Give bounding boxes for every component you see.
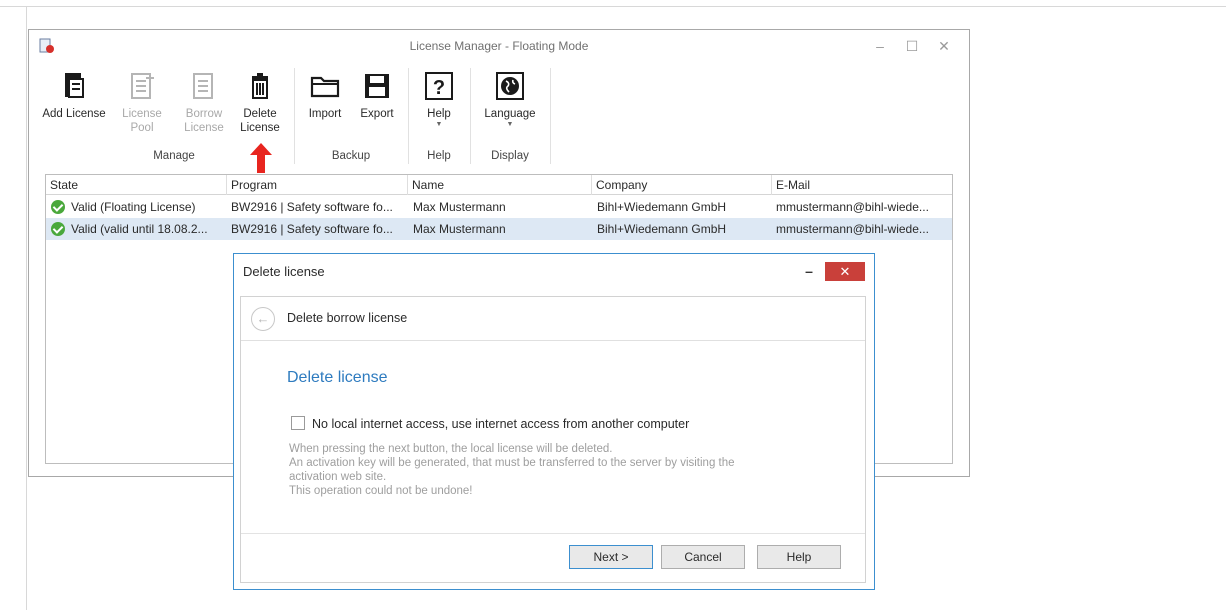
ribbon-separator: [550, 68, 551, 164]
table-row[interactable]: Valid (Floating License) BW2916 | Safety…: [46, 196, 952, 218]
cell-company: Bihl+Wiedemann GmbH: [597, 222, 727, 236]
borrow-license-button[interactable]: Borrow License: [179, 70, 229, 135]
globe-icon: [496, 72, 524, 100]
export-label: Export: [360, 108, 394, 120]
check-circle-icon: [51, 200, 65, 214]
group-label-backup: Backup: [331, 150, 371, 162]
import-label: Import: [308, 108, 342, 120]
chevron-down-icon: ▼: [506, 121, 514, 128]
cell-name: Max Mustermann: [413, 222, 506, 236]
info-line: activation web site.: [289, 471, 387, 483]
import-button[interactable]: Import: [301, 70, 349, 121]
table-row[interactable]: Valid (valid until 18.08.2... BW2916 | S…: [46, 218, 952, 240]
ribbon-separator: [408, 68, 409, 164]
license-pool-icon: [131, 73, 154, 99]
next-button[interactable]: Next >: [569, 545, 653, 569]
cell-program: BW2916 | Safety software fo...: [231, 200, 393, 214]
maximize-button[interactable]: ☐: [901, 36, 923, 56]
delete-license-dialog: Delete license – ✕ ← Delete borrow licen…: [233, 253, 875, 590]
cell-email: mmustermann@bihl-wiede...: [776, 222, 929, 236]
borrow-license-label: Borrow License: [184, 108, 224, 134]
help-label: Help: [427, 108, 451, 120]
ribbon-separator: [294, 68, 295, 164]
group-label-help: Help: [427, 150, 451, 162]
column-header-company[interactable]: Company: [592, 175, 772, 195]
cell-name: Max Mustermann: [413, 200, 506, 214]
floppy-disk-icon: [365, 74, 389, 98]
help-button[interactable]: ? Help ▼: [415, 70, 463, 129]
close-button[interactable]: ✕: [933, 36, 955, 56]
info-line: This operation could not be undone!: [289, 485, 473, 497]
window-title: License Manager - Floating Mode: [409, 39, 589, 53]
folder-icon: [310, 76, 340, 98]
column-header-name[interactable]: Name: [408, 175, 592, 195]
chevron-down-icon: ▼: [435, 121, 443, 128]
red-arrow-annotation: [250, 143, 272, 173]
column-header-program[interactable]: Program: [227, 175, 408, 195]
table-header: State Program Name Company E-Mail: [46, 175, 952, 195]
language-button[interactable]: Language ▼: [477, 70, 543, 129]
export-button[interactable]: Export: [353, 70, 401, 121]
dialog-titlebar: Delete license – ✕: [234, 254, 874, 288]
add-license-label: Add License: [42, 108, 106, 120]
footer-divider: [241, 533, 865, 534]
cell-state: Valid (Floating License): [71, 200, 196, 214]
content-heading: Delete license: [287, 369, 388, 386]
license-pool-button[interactable]: License Pool: [119, 70, 165, 135]
group-label-display: Display: [491, 150, 529, 162]
cell-email: mmustermann@bihl-wiede...: [776, 200, 929, 214]
info-line: When pressing the next button, the local…: [289, 443, 613, 455]
question-mark-icon: ?: [425, 72, 453, 100]
trash-icon: [252, 73, 268, 99]
license-pool-label: License Pool: [122, 108, 162, 134]
cancel-button[interactable]: Cancel: [661, 545, 745, 569]
no-internet-checkbox-label[interactable]: No local internet access, use internet a…: [312, 417, 689, 431]
borrow-license-icon: [193, 73, 213, 99]
back-arrow-icon[interactable]: ←: [251, 307, 275, 331]
column-header-email[interactable]: E-Mail: [772, 175, 954, 195]
delete-license-button[interactable]: Delete License: [235, 70, 285, 135]
info-text: When pressing the next button, the local…: [289, 442, 829, 498]
no-internet-checkbox[interactable]: [291, 416, 305, 430]
cell-program: BW2916 | Safety software fo...: [231, 222, 393, 236]
delete-license-label: Delete License: [240, 108, 280, 134]
ribbon-separator: [470, 68, 471, 164]
check-circle-icon: [51, 222, 65, 236]
dialog-close-button[interactable]: ✕: [825, 262, 865, 281]
page-frame-top: [0, 6, 1226, 7]
minimize-button[interactable]: –: [869, 36, 891, 56]
ribbon: Add License License Pool Borrow License: [29, 62, 969, 172]
info-line: An activation key will be generated, tha…: [289, 457, 735, 469]
language-label: Language: [484, 108, 536, 120]
svg-text:?: ?: [433, 77, 445, 99]
cell-company: Bihl+Wiedemann GmbH: [597, 200, 727, 214]
add-license-icon: [65, 73, 84, 98]
column-header-state[interactable]: State: [46, 175, 227, 195]
wizard-step-title: Delete borrow license: [287, 311, 408, 325]
group-label-manage: Manage: [153, 150, 195, 162]
dialog-minimize-button[interactable]: –: [800, 262, 818, 280]
add-license-button[interactable]: Add License: [41, 70, 107, 121]
dialog-title: Delete license: [243, 264, 325, 279]
window-titlebar: License Manager - Floating Mode – ☐ ✕: [29, 30, 969, 62]
help-dialog-button[interactable]: Help: [757, 545, 841, 569]
wizard-panel: ← Delete borrow license Delete license N…: [240, 296, 866, 583]
wizard-header: ← Delete borrow license: [241, 297, 865, 341]
cell-state: Valid (valid until 18.08.2...: [71, 222, 208, 236]
page-frame-left: [26, 6, 27, 610]
